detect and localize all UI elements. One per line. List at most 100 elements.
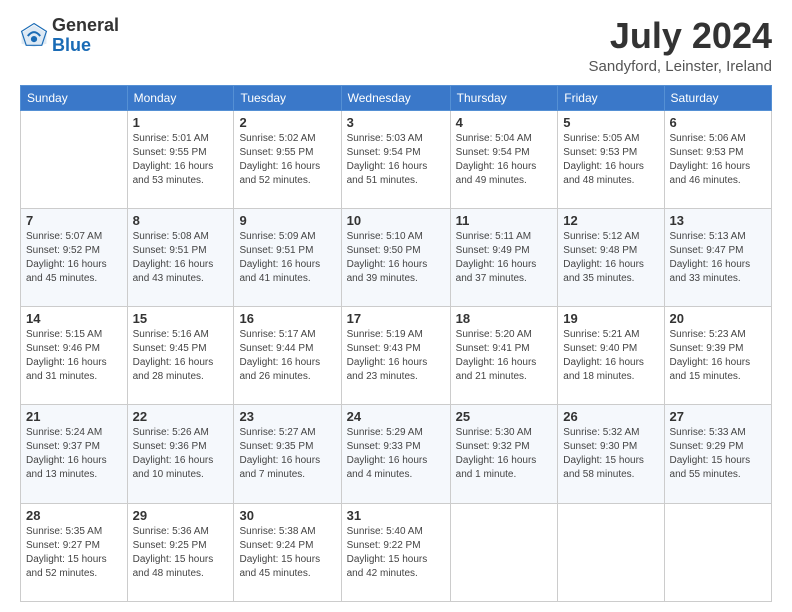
day-info: Sunrise: 5:33 AMSunset: 9:29 PMDaylight:… xyxy=(670,427,751,480)
table-row: 29 Sunrise: 5:36 AMSunset: 9:25 PMDaylig… xyxy=(127,503,234,601)
day-info: Sunrise: 5:06 AMSunset: 9:53 PMDaylight:… xyxy=(670,133,751,186)
day-number: 23 xyxy=(239,409,335,424)
day-info: Sunrise: 5:26 AMSunset: 9:36 PMDaylight:… xyxy=(133,427,214,480)
day-number: 29 xyxy=(133,508,229,523)
table-row: 26 Sunrise: 5:32 AMSunset: 9:30 PMDaylig… xyxy=(558,405,664,503)
day-number: 1 xyxy=(133,115,229,130)
day-number: 7 xyxy=(26,213,122,228)
day-number: 30 xyxy=(239,508,335,523)
week-row-5: 28 Sunrise: 5:35 AMSunset: 9:27 PMDaylig… xyxy=(21,503,772,601)
day-number: 25 xyxy=(456,409,553,424)
col-wednesday: Wednesday xyxy=(341,85,450,110)
table-row: 14 Sunrise: 5:15 AMSunset: 9:46 PMDaylig… xyxy=(21,307,128,405)
table-row: 6 Sunrise: 5:06 AMSunset: 9:53 PMDayligh… xyxy=(664,110,771,208)
day-number: 10 xyxy=(347,213,445,228)
day-number: 11 xyxy=(456,213,553,228)
col-friday: Friday xyxy=(558,85,664,110)
title-location: Sandyford, Leinster, Ireland xyxy=(589,58,772,75)
table-row: 30 Sunrise: 5:38 AMSunset: 9:24 PMDaylig… xyxy=(234,503,341,601)
day-info: Sunrise: 5:15 AMSunset: 9:46 PMDaylight:… xyxy=(26,329,107,382)
day-info: Sunrise: 5:03 AMSunset: 9:54 PMDaylight:… xyxy=(347,133,428,186)
title-month: July 2024 xyxy=(589,16,772,56)
table-row xyxy=(558,503,664,601)
table-row: 22 Sunrise: 5:26 AMSunset: 9:36 PMDaylig… xyxy=(127,405,234,503)
table-row: 21 Sunrise: 5:24 AMSunset: 9:37 PMDaylig… xyxy=(21,405,128,503)
logo-icon xyxy=(20,22,48,50)
table-row: 24 Sunrise: 5:29 AMSunset: 9:33 PMDaylig… xyxy=(341,405,450,503)
table-row: 12 Sunrise: 5:12 AMSunset: 9:48 PMDaylig… xyxy=(558,208,664,306)
day-number: 4 xyxy=(456,115,553,130)
day-number: 22 xyxy=(133,409,229,424)
day-info: Sunrise: 5:08 AMSunset: 9:51 PMDaylight:… xyxy=(133,231,214,284)
logo: General Blue xyxy=(20,16,119,56)
table-row: 1 Sunrise: 5:01 AMSunset: 9:55 PMDayligh… xyxy=(127,110,234,208)
day-info: Sunrise: 5:40 AMSunset: 9:22 PMDaylight:… xyxy=(347,526,428,579)
day-info: Sunrise: 5:24 AMSunset: 9:37 PMDaylight:… xyxy=(26,427,107,480)
table-row: 19 Sunrise: 5:21 AMSunset: 9:40 PMDaylig… xyxy=(558,307,664,405)
calendar-table: Sunday Monday Tuesday Wednesday Thursday… xyxy=(20,85,772,602)
day-info: Sunrise: 5:16 AMSunset: 9:45 PMDaylight:… xyxy=(133,329,214,382)
col-tuesday: Tuesday xyxy=(234,85,341,110)
day-info: Sunrise: 5:11 AMSunset: 9:49 PMDaylight:… xyxy=(456,231,537,284)
week-row-3: 14 Sunrise: 5:15 AMSunset: 9:46 PMDaylig… xyxy=(21,307,772,405)
day-info: Sunrise: 5:35 AMSunset: 9:27 PMDaylight:… xyxy=(26,526,107,579)
day-info: Sunrise: 5:02 AMSunset: 9:55 PMDaylight:… xyxy=(239,133,320,186)
day-info: Sunrise: 5:29 AMSunset: 9:33 PMDaylight:… xyxy=(347,427,428,480)
day-info: Sunrise: 5:23 AMSunset: 9:39 PMDaylight:… xyxy=(670,329,751,382)
day-number: 27 xyxy=(670,409,766,424)
day-number: 16 xyxy=(239,311,335,326)
table-row: 5 Sunrise: 5:05 AMSunset: 9:53 PMDayligh… xyxy=(558,110,664,208)
day-info: Sunrise: 5:21 AMSunset: 9:40 PMDaylight:… xyxy=(563,329,644,382)
col-monday: Monday xyxy=(127,85,234,110)
table-row: 28 Sunrise: 5:35 AMSunset: 9:27 PMDaylig… xyxy=(21,503,128,601)
logo-blue-text: Blue xyxy=(52,36,119,56)
day-number: 14 xyxy=(26,311,122,326)
table-row xyxy=(21,110,128,208)
table-row: 27 Sunrise: 5:33 AMSunset: 9:29 PMDaylig… xyxy=(664,405,771,503)
table-row: 23 Sunrise: 5:27 AMSunset: 9:35 PMDaylig… xyxy=(234,405,341,503)
header: General Blue July 2024 Sandyford, Leinst… xyxy=(20,16,772,75)
table-row: 13 Sunrise: 5:13 AMSunset: 9:47 PMDaylig… xyxy=(664,208,771,306)
week-row-2: 7 Sunrise: 5:07 AMSunset: 9:52 PMDayligh… xyxy=(21,208,772,306)
day-number: 18 xyxy=(456,311,553,326)
day-info: Sunrise: 5:27 AMSunset: 9:35 PMDaylight:… xyxy=(239,427,320,480)
day-info: Sunrise: 5:01 AMSunset: 9:55 PMDaylight:… xyxy=(133,133,214,186)
table-row: 2 Sunrise: 5:02 AMSunset: 9:55 PMDayligh… xyxy=(234,110,341,208)
day-number: 5 xyxy=(563,115,658,130)
table-row: 8 Sunrise: 5:08 AMSunset: 9:51 PMDayligh… xyxy=(127,208,234,306)
table-row: 9 Sunrise: 5:09 AMSunset: 9:51 PMDayligh… xyxy=(234,208,341,306)
day-number: 17 xyxy=(347,311,445,326)
day-number: 12 xyxy=(563,213,658,228)
week-row-1: 1 Sunrise: 5:01 AMSunset: 9:55 PMDayligh… xyxy=(21,110,772,208)
table-row xyxy=(664,503,771,601)
logo-general-text: General xyxy=(52,16,119,36)
day-number: 3 xyxy=(347,115,445,130)
day-number: 28 xyxy=(26,508,122,523)
table-row: 18 Sunrise: 5:20 AMSunset: 9:41 PMDaylig… xyxy=(450,307,558,405)
day-info: Sunrise: 5:04 AMSunset: 9:54 PMDaylight:… xyxy=(456,133,537,186)
col-sunday: Sunday xyxy=(21,85,128,110)
day-number: 26 xyxy=(563,409,658,424)
page: General Blue July 2024 Sandyford, Leinst… xyxy=(0,0,792,612)
table-row xyxy=(450,503,558,601)
day-number: 31 xyxy=(347,508,445,523)
day-number: 20 xyxy=(670,311,766,326)
day-info: Sunrise: 5:38 AMSunset: 9:24 PMDaylight:… xyxy=(239,526,320,579)
day-number: 6 xyxy=(670,115,766,130)
day-number: 9 xyxy=(239,213,335,228)
day-info: Sunrise: 5:09 AMSunset: 9:51 PMDaylight:… xyxy=(239,231,320,284)
day-info: Sunrise: 5:17 AMSunset: 9:44 PMDaylight:… xyxy=(239,329,320,382)
table-row: 10 Sunrise: 5:10 AMSunset: 9:50 PMDaylig… xyxy=(341,208,450,306)
day-number: 19 xyxy=(563,311,658,326)
day-info: Sunrise: 5:20 AMSunset: 9:41 PMDaylight:… xyxy=(456,329,537,382)
col-saturday: Saturday xyxy=(664,85,771,110)
day-info: Sunrise: 5:30 AMSunset: 9:32 PMDaylight:… xyxy=(456,427,537,480)
col-thursday: Thursday xyxy=(450,85,558,110)
day-number: 2 xyxy=(239,115,335,130)
table-row: 4 Sunrise: 5:04 AMSunset: 9:54 PMDayligh… xyxy=(450,110,558,208)
day-info: Sunrise: 5:13 AMSunset: 9:47 PMDaylight:… xyxy=(670,231,751,284)
calendar-header-row: Sunday Monday Tuesday Wednesday Thursday… xyxy=(21,85,772,110)
table-row: 17 Sunrise: 5:19 AMSunset: 9:43 PMDaylig… xyxy=(341,307,450,405)
day-number: 15 xyxy=(133,311,229,326)
day-info: Sunrise: 5:36 AMSunset: 9:25 PMDaylight:… xyxy=(133,526,214,579)
